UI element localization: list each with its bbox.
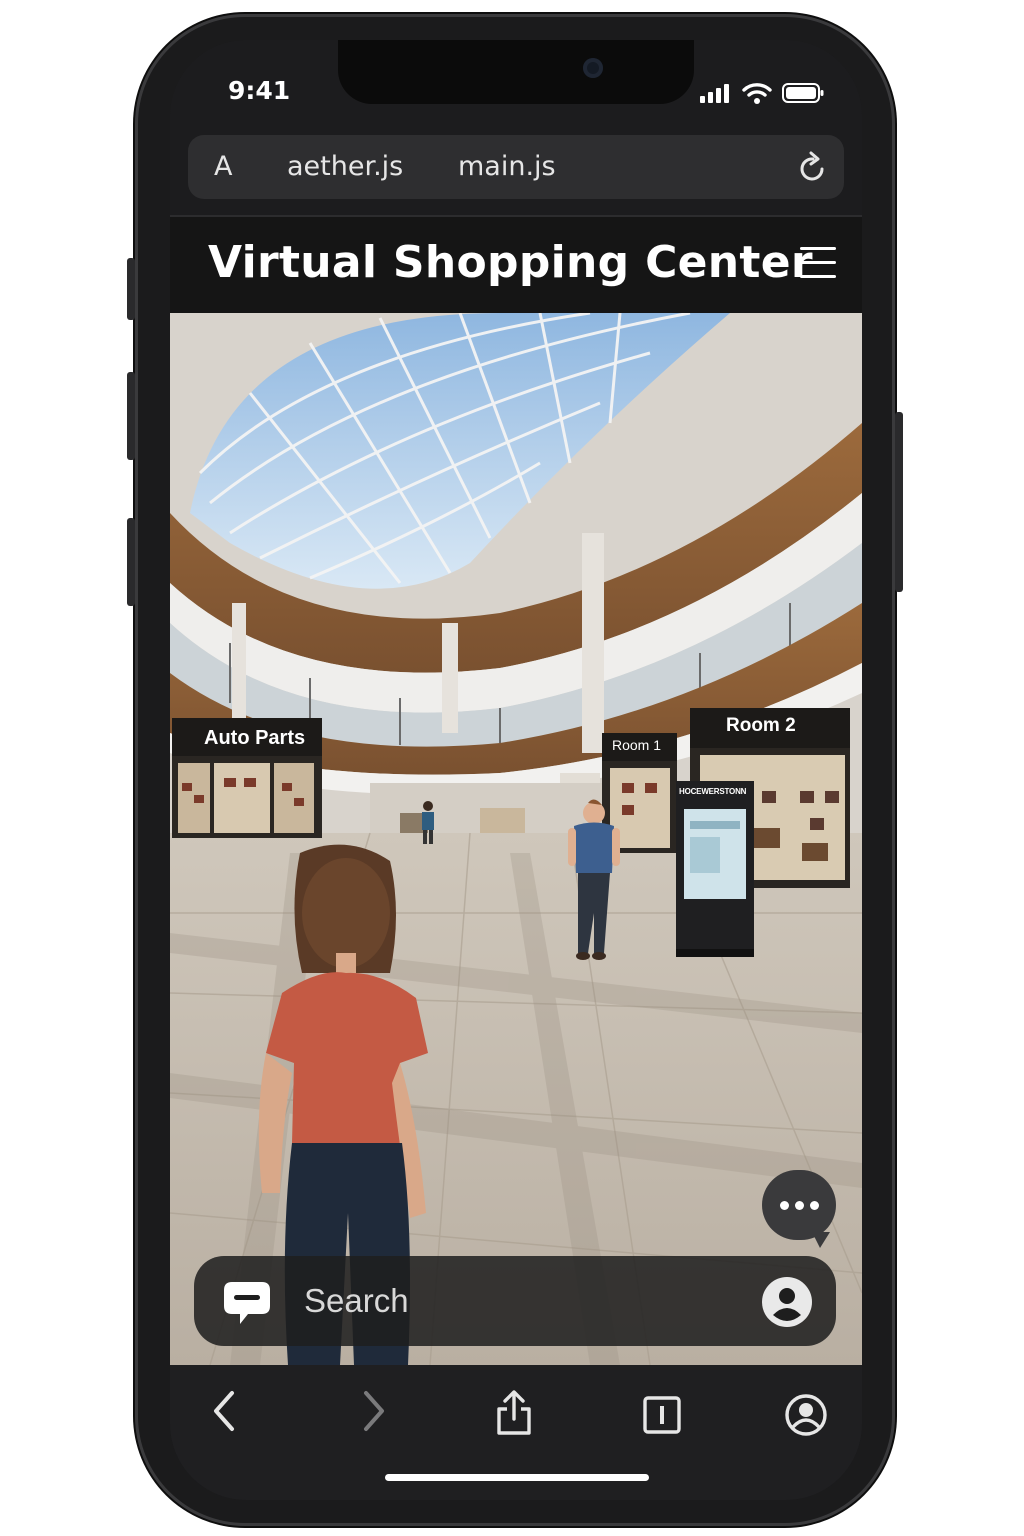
volume-down-button: [127, 518, 135, 606]
reader-mode-button[interactable]: A: [214, 151, 232, 182]
power-button: [895, 412, 903, 592]
share-icon[interactable]: [494, 1389, 534, 1437]
reload-icon[interactable]: [798, 151, 828, 183]
app-header: Virtual Shopping Center: [170, 217, 862, 313]
store-sign-room-2[interactable]: Room 2: [726, 715, 796, 737]
kiosk-sign: HOCEWERSTONN: [679, 787, 747, 796]
mall-scene-illustration: [170, 313, 862, 1365]
hamburger-menu-icon[interactable]: [800, 247, 836, 279]
volume-up-button: [127, 372, 135, 460]
search-input[interactable]: Search: [304, 1282, 409, 1320]
phone-screen: 9:41 A aether.js main.js Virtual Shoppin…: [170, 40, 862, 1500]
more-chat-icon[interactable]: [762, 1170, 836, 1240]
forward-icon[interactable]: [356, 1389, 390, 1433]
store-sign-room-1[interactable]: Room 1: [612, 737, 661, 753]
mute-switch: [127, 258, 135, 320]
chat-bubble-icon[interactable]: [222, 1278, 272, 1326]
status-time: 9:41: [228, 76, 291, 105]
tab-aether-js[interactable]: aether.js: [287, 151, 403, 182]
tab-main-js[interactable]: main.js: [458, 151, 556, 182]
chat-bubble-tail: [812, 1232, 830, 1248]
account-icon[interactable]: [784, 1393, 828, 1437]
wifi-icon: [742, 83, 772, 104]
mall-3d-viewport[interactable]: Auto Parts Room 1 Room 2 HOCEWERSTONN: [170, 313, 862, 1365]
notch: [338, 40, 694, 104]
back-icon[interactable]: [208, 1389, 242, 1433]
profile-icon[interactable]: [762, 1277, 812, 1327]
browser-url-bar[interactable]: A aether.js main.js: [188, 135, 844, 199]
tabs-icon[interactable]: [642, 1395, 682, 1435]
home-indicator[interactable]: [385, 1474, 649, 1481]
battery-icon: [782, 83, 824, 103]
store-sign-auto-parts[interactable]: Auto Parts: [204, 727, 305, 750]
status-icons: [700, 82, 824, 104]
page-title: Virtual Shopping Center: [208, 237, 813, 288]
search-bar[interactable]: Search: [194, 1256, 836, 1346]
front-camera: [583, 58, 603, 78]
signal-icon: [700, 84, 729, 103]
